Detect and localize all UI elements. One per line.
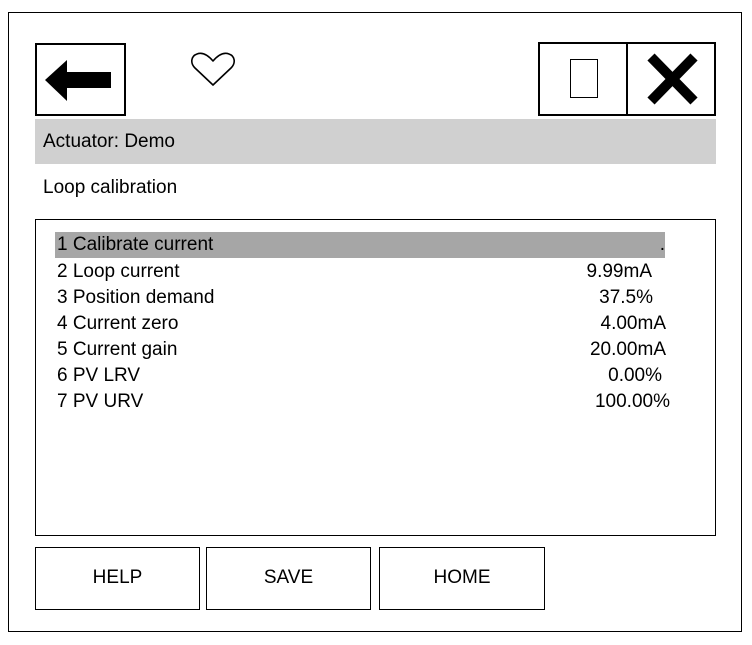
menu-item-calibrate-current[interactable]: 1 Calibrate current .	[55, 232, 665, 258]
menu-item-value: 9.99mA	[586, 261, 652, 282]
help-button[interactable]: HELP	[35, 547, 200, 610]
menu-item-pv-lrv[interactable]: 6 PV LRV 0.00%	[55, 363, 685, 389]
menu-item-value: 4.00mA	[600, 313, 666, 334]
heart-outline-icon[interactable]	[190, 51, 236, 89]
menu-item-pv-urv[interactable]: 7 PV URV 100.00%	[55, 389, 685, 415]
home-button[interactable]: HOME	[379, 547, 545, 610]
close-button[interactable]	[626, 42, 716, 116]
back-button[interactable]	[35, 43, 126, 116]
menu-item-loop-current[interactable]: 2 Loop current 9.99mA	[55, 259, 685, 285]
device-title-bar: Actuator: Demo	[35, 119, 716, 164]
menu-item-value: 0.00%	[608, 365, 662, 386]
menu-item-label: 7 PV URV	[57, 391, 144, 412]
menu-item-label: 3 Position demand	[57, 287, 215, 308]
save-button[interactable]: SAVE	[206, 547, 371, 610]
device-title: Actuator: Demo	[43, 131, 175, 152]
page-title: Loop calibration	[43, 177, 178, 198]
menu-item-label: 2 Loop current	[57, 261, 180, 282]
menu-item-current-zero[interactable]: 4 Current zero 4.00mA	[55, 311, 685, 337]
menu-item-value: .	[659, 234, 665, 255]
window-button[interactable]	[538, 42, 628, 116]
menu-item-label: 1 Calibrate current	[57, 234, 214, 255]
close-x-icon	[647, 53, 698, 105]
menu-item-label: 5 Current gain	[57, 339, 178, 360]
arrow-left-icon	[45, 60, 111, 101]
menu-item-value: 37.5%	[599, 287, 653, 308]
menu-item-position-demand[interactable]: 3 Position demand 37.5%	[55, 285, 685, 311]
menu-list: 1 Calibrate current . 2 Loop current 9.9…	[35, 219, 716, 536]
menu-item-label: 4 Current zero	[57, 313, 179, 334]
menu-item-label: 6 PV LRV	[57, 365, 141, 386]
menu-item-value: 20.00mA	[589, 339, 666, 360]
menu-item-value: 100.00%	[594, 391, 670, 412]
menu-item-current-gain[interactable]: 5 Current gain 20.00mA	[55, 337, 685, 363]
window-icon	[570, 59, 598, 98]
